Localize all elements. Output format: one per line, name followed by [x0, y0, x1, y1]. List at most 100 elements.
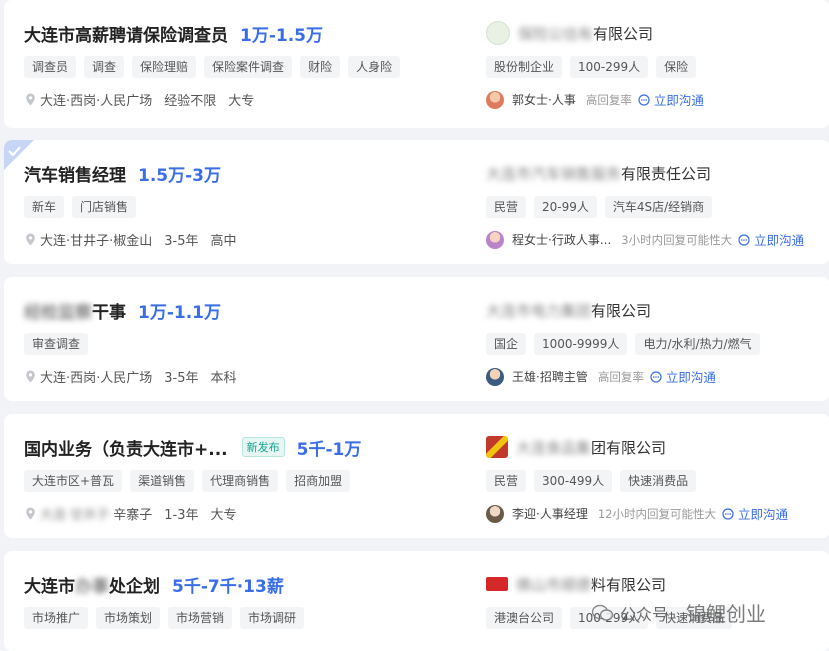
company-info: 大连市电力集团有限公司 国企 1000-9999人 电力/水利/热力/燃气 王雄… [486, 295, 826, 386]
avatar [486, 90, 504, 109]
company-name[interactable]: 佛山市顺德料有限公司 [516, 574, 666, 595]
company-tag: 100-299人 [570, 56, 649, 78]
company-tag: 保险 [656, 56, 697, 78]
company-tag: 20-99人 [534, 196, 597, 218]
company-name[interactable]: 大连食品集团有限公司 [516, 437, 666, 458]
company-tag: 民营 [486, 196, 527, 218]
company-tag: 1000-9999人 [534, 333, 628, 355]
job-tag: 人身险 [348, 56, 401, 78]
job-tag: 保险理赔 [132, 56, 197, 78]
job-title[interactable]: 经检监察干事 [24, 298, 126, 323]
recruiter-row: 郭女士·人事 高回复率 立即沟通 [486, 90, 826, 109]
company-tag: 港澳台公司 [486, 607, 563, 629]
job-tags: 大连市区+普瓦 渠道销售 代理商销售 招商加盟 [24, 470, 361, 492]
job-title[interactable]: 国内业务（负责大连市+... [24, 435, 228, 460]
job-tag: 财险 [300, 56, 341, 78]
watermark: 公众号 锦鲤创业 [592, 598, 766, 627]
company-tags: 股份制企业 100-299人 保险 [486, 56, 826, 78]
chat-button[interactable]: 立即沟通 [738, 230, 804, 249]
chat-bubble-icon [722, 507, 734, 520]
company-info: 大连食品集团有限公司 民营 300-499人 快速消费品 李迎·人事经理 12小… [486, 432, 826, 523]
chat-button[interactable]: 立即沟通 [638, 90, 704, 109]
job-tag: 新车 [24, 196, 65, 218]
job-location: 大连·甘井子·辛寨子 [40, 508, 153, 523]
recruiter-row: 程女士·行政人事... 3小时内回复可能性大 立即沟通 [486, 230, 826, 249]
recruiter-name: 程女士·行政人事... [512, 233, 612, 247]
job-tag: 市场策划 [96, 607, 161, 629]
company-logo-icon [486, 436, 508, 458]
job-title[interactable]: 大连市高薪聘请保险调查员 [24, 21, 228, 46]
job-tag: 大连市区+普瓦 [24, 470, 123, 492]
job-location: 大连·西岗·人民广场 [40, 371, 153, 386]
company-name[interactable]: 保险公估有有限公司 [518, 23, 653, 44]
chat-bubble-icon [650, 370, 662, 383]
location-pin-icon [26, 507, 35, 520]
company-tag: 国企 [486, 333, 527, 355]
recruiter-name: 王雄·招聘主管 [512, 370, 588, 384]
salary: 1万-1.5万 [240, 25, 323, 46]
job-card[interactable]: 国内业务（负责大连市+... 新发布 5千-1万 大连市区+普瓦 渠道销售 代理… [4, 414, 829, 538]
salary: 1.5万-3万 [138, 165, 221, 186]
job-info: 大连市高薪聘请保险调查员 1万-1.5万 调查员 调查 保险理赔 保险案件调查 … [24, 18, 401, 109]
job-tags: 调查员 调查 保险理赔 保险案件调查 财险 人身险 [24, 56, 401, 78]
job-card[interactable]: 大连市高薪聘请保险调查员 1万-1.5万 调查员 调查 保险理赔 保险案件调查 … [4, 0, 829, 128]
company-tags: 民营 20-99人 汽车4S店/经销商 [486, 196, 826, 218]
company-tag: 股份制企业 [486, 56, 563, 78]
job-info: 国内业务（负责大连市+... 新发布 5千-1万 大连市区+普瓦 渠道销售 代理… [24, 432, 361, 523]
location-pin-icon [26, 93, 35, 106]
job-card[interactable]: 经检监察干事 1万-1.1万 审查调查 大连·西岗·人民广场 3-5年 本科 大… [4, 277, 829, 401]
job-tag: 代理商销售 [202, 470, 279, 492]
reply-rate: 高回复率 [585, 92, 632, 107]
company-logo-icon [486, 21, 510, 45]
job-meta: 大连·西岗·人民广场 经验不限 大专 [24, 90, 400, 109]
job-tag: 招商加盟 [286, 470, 351, 492]
company-tag: 300-499人 [534, 470, 613, 492]
job-tag: 渠道销售 [130, 470, 195, 492]
watermark-brand: 锦鲤创业 [686, 602, 767, 626]
recruiter-name: 郭女士·人事 [512, 93, 576, 107]
company-info: 保险公估有有限公司 股份制企业 100-299人 保险 郭女士·人事 高回复率 … [486, 18, 826, 109]
company-tags: 国企 1000-9999人 电力/水利/热力/燃气 [486, 333, 826, 355]
avatar [486, 367, 504, 386]
job-title[interactable]: 大连市办事处企划 [24, 572, 160, 597]
recruiter-row: 王雄·招聘主管 高回复率 立即沟通 [486, 367, 826, 386]
job-card[interactable]: 汽车销售经理 1.5万-3万 新车 门店销售 大连·甘井子·椒金山 3-5年 高… [4, 140, 829, 264]
job-tags: 市场推广 市场策划 市场营销 市场调研 [24, 607, 305, 629]
job-title[interactable]: 汽车销售经理 [24, 161, 126, 186]
company-tag: 快速消费品 [620, 470, 697, 492]
reply-rate: 3小时内回复可能性大 [621, 232, 733, 247]
job-info: 汽车销售经理 1.5万-3万 新车 门店销售 大连·甘井子·椒金山 3-5年 高… [24, 158, 237, 249]
company-name[interactable]: 大连市电力集团有限公司 [486, 300, 651, 321]
job-experience: 3-5年 [164, 234, 199, 249]
salary: 5千-7千·13薪 [172, 576, 284, 597]
job-experience: 1-3年 [164, 508, 199, 523]
chat-button[interactable]: 立即沟通 [650, 367, 716, 386]
location-pin-icon [26, 370, 35, 383]
chat-bubble-icon [638, 93, 650, 106]
job-meta: 大连·西岗·人民广场 3-5年 本科 [24, 367, 237, 386]
job-education: 大专 [210, 508, 237, 523]
location-pin-icon [26, 233, 35, 246]
company-tag: 汽车4S店/经销商 [604, 196, 713, 218]
job-location: 大连·西岗·人民广场 [40, 94, 153, 109]
chat-bubble-icon [738, 233, 750, 246]
recruiter-name: 李迎·人事经理 [512, 507, 588, 521]
reply-rate: 12小时内回复可能性大 [597, 506, 716, 521]
chat-button[interactable]: 立即沟通 [722, 504, 788, 523]
job-meta: 大连·甘井子·辛寨子 1-3年 大专 [24, 504, 361, 523]
company-tag: 电力/水利/热力/燃气 [635, 333, 760, 355]
company-logo-icon [486, 577, 508, 591]
new-badge: 新发布 [241, 437, 285, 457]
company-info: 大连市汽车销售服务有限责任公司 民营 20-99人 汽车4S店/经销商 程女士·… [486, 158, 826, 249]
wechat-icon [592, 604, 614, 621]
job-tag: 市场营销 [168, 607, 233, 629]
job-tag: 审查调查 [24, 333, 89, 355]
job-tag: 保险案件调查 [204, 56, 293, 78]
company-tags: 民营 300-499人 快速消费品 [486, 470, 826, 492]
avatar [486, 504, 504, 523]
job-experience: 经验不限 [164, 94, 217, 109]
job-location: 大连·甘井子·椒金山 [40, 234, 153, 249]
salary: 1万-1.1万 [138, 302, 221, 323]
job-tag: 市场调研 [240, 607, 305, 629]
company-name[interactable]: 大连市汽车销售服务有限责任公司 [486, 163, 711, 184]
